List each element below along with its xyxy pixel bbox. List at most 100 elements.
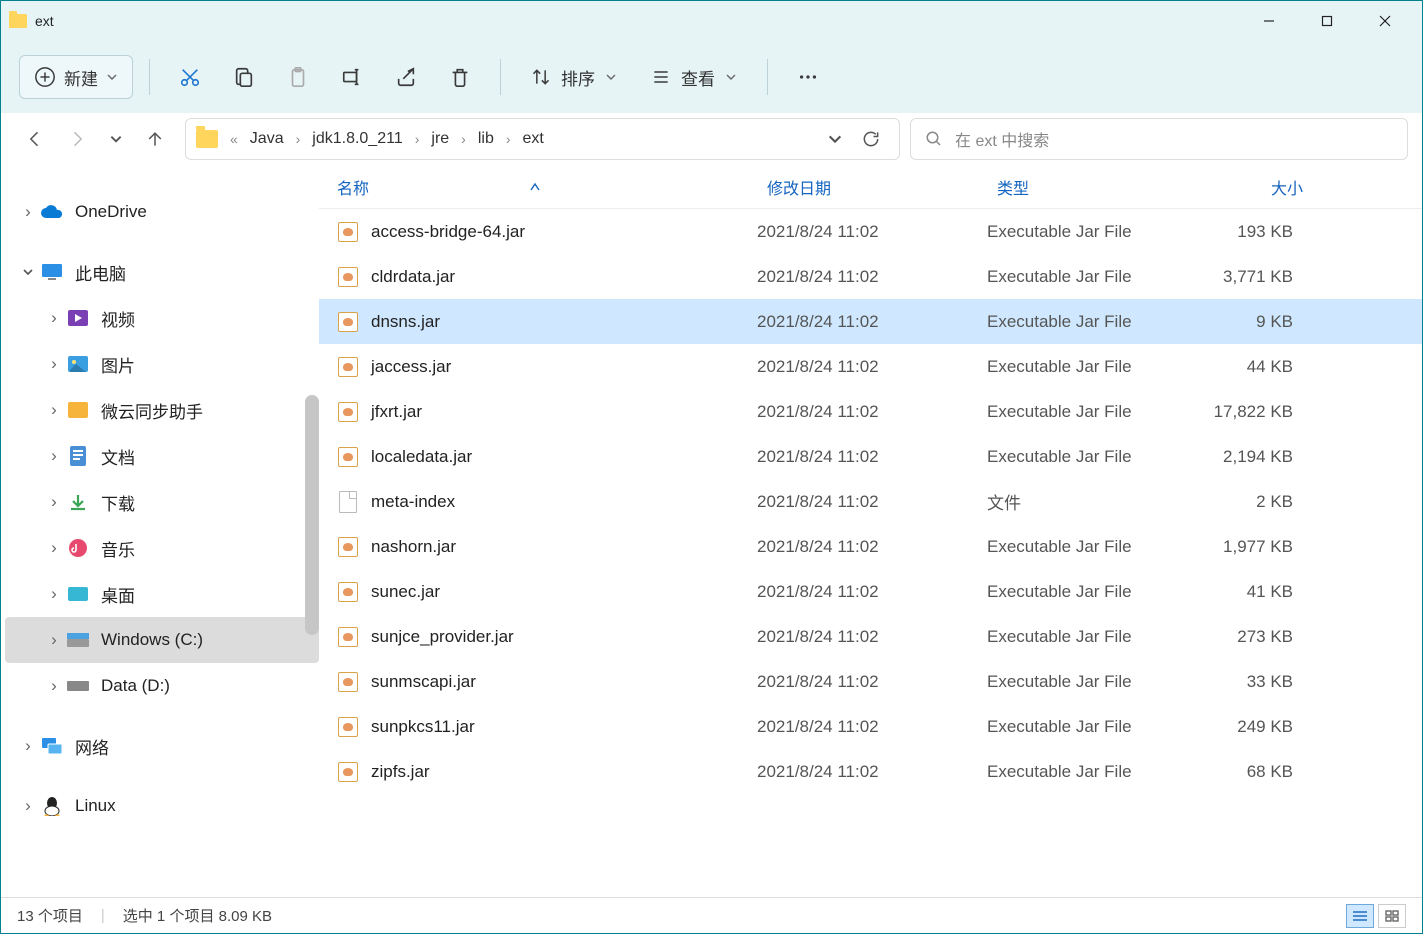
col-size-header[interactable]: 大小 [1193,175,1323,199]
table-row[interactable]: cldrdata.jar2021/8/24 11:02Executable Ja… [319,254,1422,299]
file-icon [339,491,357,513]
up-button[interactable] [145,129,165,149]
sidebar-item-label: 下载 [101,490,135,515]
breadcrumb-seg[interactable]: lib [470,119,502,159]
refresh-icon[interactable] [861,129,881,149]
col-name-header[interactable]: 名称 [337,175,767,199]
sidebar-item-label: 此电脑 [75,260,126,285]
table-row[interactable]: jaccess.jar2021/8/24 11:02Executable Jar… [319,344,1422,389]
sidebar-item-ddrive[interactable]: › Data (D:) [5,663,319,709]
sidebar-item-label: Windows (C:) [101,630,203,650]
jar-icon [338,402,358,422]
sidebar-item-desktop[interactable]: › 桌面 [5,571,319,617]
table-row[interactable]: nashorn.jar2021/8/24 11:02Executable Jar… [319,524,1422,569]
file-size: 193 KB [1183,222,1313,242]
more-button[interactable] [784,55,832,99]
view-label: 查看 [681,65,715,90]
delete-button[interactable] [436,55,484,99]
table-row[interactable]: sunjce_provider.jar2021/8/24 11:02Execut… [319,614,1422,659]
search-placeholder: 在 ext 中搜索 [955,127,1049,151]
table-row[interactable]: jfxrt.jar2021/8/24 11:02Executable Jar F… [319,389,1422,434]
search-input[interactable]: 在 ext 中搜索 [910,118,1408,160]
paste-button[interactable] [274,55,322,99]
chevron-down-icon [725,71,737,83]
table-row[interactable]: sunpkcs11.jar2021/8/24 11:02Executable J… [319,704,1422,749]
col-type-header[interactable]: 类型 [997,175,1193,199]
sidebar-item-linux[interactable]: › Linux [5,783,319,829]
minimize-button[interactable] [1240,1,1298,41]
file-date: 2021/8/24 11:02 [757,672,987,692]
file-date: 2021/8/24 11:02 [757,447,987,467]
cut-button[interactable] [166,55,214,99]
sidebar-item-documents[interactable]: › 文档 [5,433,319,479]
table-row[interactable]: localedata.jar2021/8/24 11:02Executable … [319,434,1422,479]
view-icons-button[interactable] [1378,904,1406,928]
copy-button[interactable] [220,55,268,99]
chevron-down-icon [605,71,617,83]
share-icon [395,66,417,88]
plus-circle-icon [34,66,56,88]
network-icon [39,736,65,756]
sidebar-item-onedrive[interactable]: › OneDrive [5,189,319,235]
sidebar-item-cdrive[interactable]: › Windows (C:) [5,617,319,663]
col-date-header[interactable]: 修改日期 [767,175,997,199]
sidebar-item-downloads[interactable]: › 下载 [5,479,319,525]
table-row[interactable]: sunmscapi.jar2021/8/24 11:02Executable J… [319,659,1422,704]
share-button[interactable] [382,55,430,99]
jar-icon [338,267,358,287]
video-icon [65,308,91,328]
sort-dropdown[interactable]: 排序 [517,55,631,99]
sidebar-item-weiyun[interactable]: › 微云同步助手 [5,387,319,433]
table-row[interactable]: meta-index2021/8/24 11:02文件2 KB [319,479,1422,524]
toolbar-separator [149,59,150,95]
file-size: 1,977 KB [1183,537,1313,557]
scrollbar-thumb[interactable] [305,395,319,635]
sidebar-item-network[interactable]: › 网络 [5,723,319,769]
file-type: Executable Jar File [987,402,1183,422]
folder-icon [9,14,27,28]
sidebar-item-music[interactable]: › 音乐 [5,525,319,571]
file-date: 2021/8/24 11:02 [757,582,987,602]
chevron-right-icon: › [292,131,305,147]
back-button[interactable] [25,129,45,149]
recent-dropdown[interactable] [109,132,123,146]
file-date: 2021/8/24 11:02 [757,402,987,422]
table-row[interactable]: dnsns.jar2021/8/24 11:02Executable Jar F… [319,299,1422,344]
documents-icon [65,446,91,466]
file-size: 2,194 KB [1183,447,1313,467]
file-date: 2021/8/24 11:02 [757,222,987,242]
breadcrumb-seg[interactable]: ext [515,119,552,159]
column-headers: 名称 修改日期 类型 大小 [319,165,1422,209]
close-button[interactable] [1356,1,1414,41]
maximize-button[interactable] [1298,1,1356,41]
chevron-down-icon[interactable] [827,131,843,147]
table-row[interactable]: zipfs.jar2021/8/24 11:02Executable Jar F… [319,749,1422,794]
file-date: 2021/8/24 11:02 [757,762,987,782]
file-name: jaccess.jar [371,357,451,377]
view-details-button[interactable] [1346,904,1374,928]
breadcrumb-seg[interactable]: Java [242,119,292,159]
file-date: 2021/8/24 11:02 [757,627,987,647]
jar-icon [338,672,358,692]
view-dropdown[interactable]: 查看 [637,55,751,99]
jar-icon [338,717,358,737]
scissors-icon [179,66,201,88]
sidebar-item-pictures[interactable]: › 图片 [5,341,319,387]
file-type: Executable Jar File [987,267,1183,287]
sidebar-item-videos[interactable]: › 视频 [5,295,319,341]
chevron-right-icon: › [43,538,65,558]
table-row[interactable]: access-bridge-64.jar2021/8/24 11:02Execu… [319,209,1422,254]
breadcrumb-seg[interactable]: jre [423,119,457,159]
rename-button[interactable] [328,55,376,99]
file-size: 249 KB [1183,717,1313,737]
new-button[interactable]: 新建 [19,55,133,99]
sidebar-item-thispc[interactable]: 此电脑 [5,249,319,295]
table-row[interactable]: sunec.jar2021/8/24 11:02Executable Jar F… [319,569,1422,614]
breadcrumb[interactable]: « Java › jdk1.8.0_211 › jre › lib › ext [185,118,900,160]
chevron-right-icon: › [43,492,65,512]
breadcrumb-overflow[interactable]: « [226,131,242,147]
download-icon [65,492,91,512]
forward-button[interactable] [67,129,87,149]
chevron-right-icon: › [17,736,39,756]
breadcrumb-seg[interactable]: jdk1.8.0_211 [304,119,410,159]
